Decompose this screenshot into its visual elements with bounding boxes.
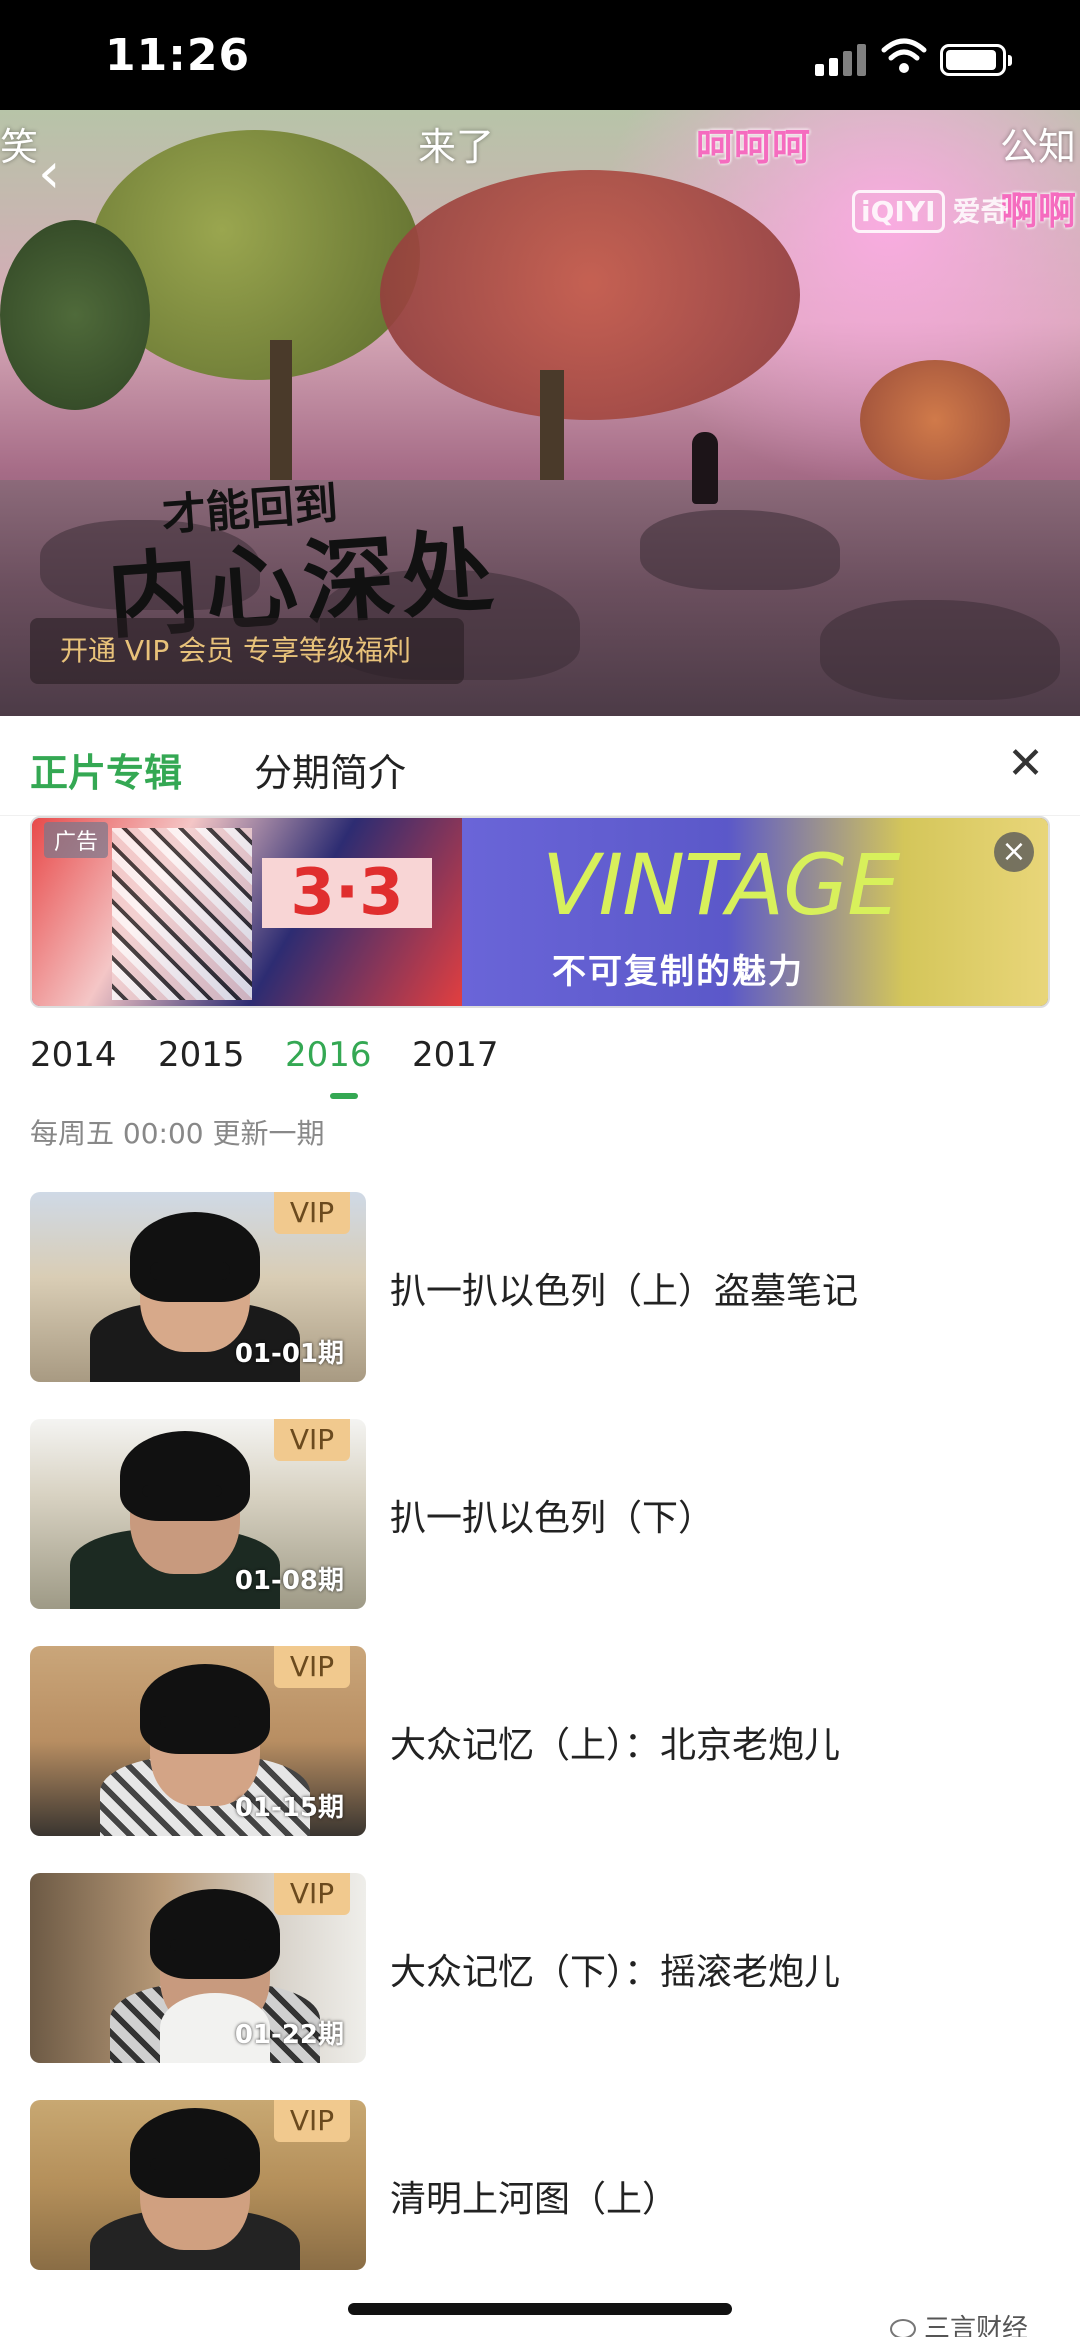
episode-title: 大众记忆（下）：摇滚老炮儿 — [390, 1952, 841, 1993]
year-tab[interactable]: 2014 — [30, 1035, 117, 1075]
vip-badge: VIP — [274, 1873, 350, 1915]
episode-title: 大众记忆（上）：北京老炮儿 — [390, 1725, 841, 1766]
tab-synopsis[interactable]: 分期简介 — [254, 742, 406, 797]
signal-icon — [815, 44, 867, 76]
tab-episodes[interactable]: 正片专辑 — [30, 742, 182, 797]
episode-item[interactable]: VIP 01-08期 扒一扒以色列（下） — [0, 1419, 1080, 1609]
ad-tag: 广告 — [44, 822, 109, 858]
tree — [860, 360, 1010, 480]
ad-headline: VINTAGE — [542, 836, 900, 934]
danmaku-comment: 啊啊 — [1000, 189, 1077, 233]
danmaku-comment: 呵呵呵 — [696, 125, 811, 169]
vip-badge: VIP — [274, 1192, 350, 1234]
status-time: 11:26 — [105, 30, 251, 81]
episode-thumbnail: VIP 01-01期 — [30, 1192, 366, 1382]
tree-trunk — [270, 340, 292, 480]
home-indicator[interactable] — [348, 2303, 732, 2315]
episode-item[interactable]: VIP 清明上河图（上） — [0, 2100, 1080, 2270]
year-tab-selected[interactable]: 2016 — [285, 1035, 372, 1075]
episode-thumbnail: VIP 01-15期 — [30, 1646, 366, 1836]
wifi-icon — [881, 38, 927, 73]
tree — [0, 220, 150, 410]
update-schedule: 每周五 00:00 更新一期 — [30, 1117, 325, 1150]
tree — [380, 170, 800, 420]
vip-badge: VIP — [274, 1646, 350, 1688]
episode-date: 01-01期 — [234, 1339, 344, 1369]
episode-thumbnail: VIP 01-08期 — [30, 1419, 366, 1609]
person-silhouette — [692, 432, 718, 504]
ad-banner[interactable]: 3·3 VINTAGE 不可复制的魅力 广告 × — [30, 816, 1050, 1008]
iqiyi-logo: iQIYI 爱奇 — [852, 190, 1009, 233]
close-icon[interactable]: ✕ — [1007, 742, 1044, 786]
video-player[interactable]: 笑 来了 呵呵呵 公知 啊啊 ‹ iQIYI 爱奇 才能回到 内心深处 开通 VI… — [0, 110, 1080, 716]
year-tab[interactable]: 2017 — [412, 1035, 499, 1075]
vip-promo-banner[interactable]: 开通 VIP 会员 专享等级福利 — [30, 618, 464, 684]
episode-title: 扒一扒以色列（下） — [390, 1498, 715, 1539]
episode-thumbnail: VIP — [30, 2100, 366, 2270]
danmaku-comment: 来了 — [418, 125, 495, 169]
vip-badge: VIP — [274, 2100, 350, 2142]
episode-item[interactable]: VIP 01-22期 大众记忆（下）：摇滚老炮儿 — [0, 1873, 1080, 2063]
back-icon[interactable]: ‹ — [38, 146, 82, 202]
battery-icon — [940, 44, 1012, 76]
episode-item[interactable]: VIP 01-15期 大众记忆（上）：北京老炮儿 — [0, 1646, 1080, 1836]
danmaku-comment: 公知 — [1000, 125, 1077, 169]
episode-date: 01-15期 — [234, 1793, 344, 1823]
ad-left-text: 3·3 — [262, 858, 432, 928]
vip-badge: VIP — [274, 1419, 350, 1461]
selected-year-indicator — [330, 1093, 358, 1099]
tab-bar: 正片专辑 分期简介 ✕ — [0, 716, 1080, 816]
episode-item[interactable]: VIP 01-01期 扒一扒以色列（上）盗墓笔记 — [0, 1192, 1080, 1382]
status-bar: 11:26 — [0, 0, 1080, 110]
episode-thumbnail: VIP 01-22期 — [30, 1873, 366, 2063]
ad-close-icon[interactable]: × — [994, 832, 1034, 872]
year-tab[interactable]: 2015 — [158, 1035, 245, 1075]
watermark: 三言财经 — [890, 2308, 1028, 2337]
ad-slogan: 不可复制的魅力 — [552, 952, 804, 992]
tree-trunk — [540, 370, 564, 490]
episode-date: 01-22期 — [234, 2020, 344, 2050]
wechat-icon — [890, 2319, 916, 2337]
episode-title: 清明上河图（上） — [390, 2179, 679, 2220]
episode-title: 扒一扒以色列（上）盗墓笔记 — [390, 1271, 859, 1312]
danmaku-comment: 笑 — [0, 125, 39, 169]
ad-pattern — [112, 828, 252, 1000]
episode-date: 01-08期 — [234, 1566, 344, 1596]
